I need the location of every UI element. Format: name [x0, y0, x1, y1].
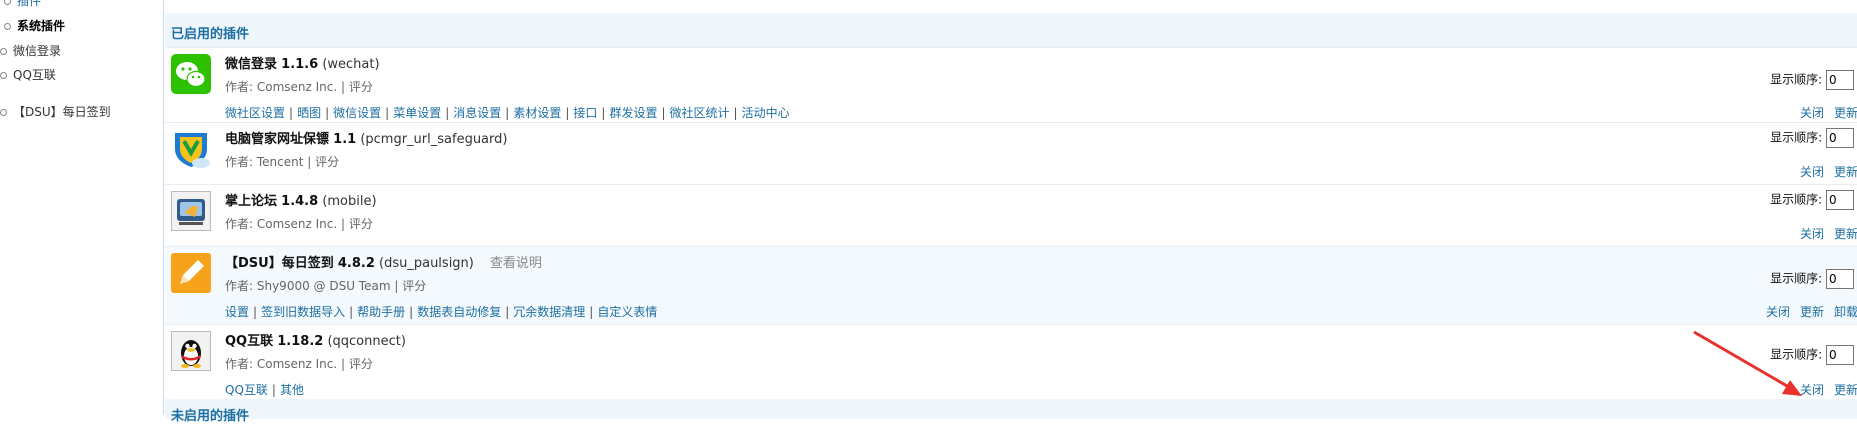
sidebar-item-label: QQ互联 [13, 68, 56, 82]
shield-icon [171, 129, 211, 169]
bullet-icon [0, 72, 7, 79]
update-button[interactable]: 更新 [1834, 165, 1857, 179]
plugin-actions: 关闭 更新 [1788, 225, 1857, 242]
plugin-settings-links: 设置 | 签到旧数据导入 | 帮助手册 | 数据表自动修复 | 冗余数据清理 | 自定义表情 [225, 305, 658, 319]
plugin-actions: 关闭 更新 [1788, 104, 1857, 121]
sidebar-item-plugins[interactable]: 插件 [4, 0, 41, 10]
bullet-icon [0, 109, 7, 116]
annotation-arrow [1693, 330, 1802, 396]
display-order-input[interactable] [1826, 128, 1854, 148]
bullet-icon [0, 48, 7, 55]
update-button[interactable]: 更新 [1800, 305, 1824, 319]
link-help-manual[interactable]: 帮助手册 [357, 305, 405, 319]
plugin-name: 微信登录 1.1.6 (wechat) [225, 57, 380, 72]
display-order: 显示顺序: [1770, 128, 1854, 148]
display-order: 显示顺序: [1770, 70, 1854, 90]
display-order-input[interactable] [1826, 269, 1854, 289]
link-show-pic[interactable]: 晒图 [297, 106, 321, 120]
link-clean-redundant[interactable]: 冗余数据清理 [513, 305, 585, 319]
close-button[interactable]: 关闭 [1800, 165, 1824, 179]
sidebar-item-label: 【DSU】每日签到 [13, 105, 111, 119]
bullet-icon [4, 0, 11, 5]
plugin-name: 电脑管家网址保镖 1.1 (pcmgr_url_safeguard) [225, 132, 508, 147]
mobile-forum-icon [171, 191, 211, 231]
display-order-input[interactable] [1826, 190, 1854, 210]
close-button[interactable]: 关闭 [1800, 227, 1824, 241]
section-title: 已启用的插件 [171, 27, 250, 42]
link-repair-tables[interactable]: 数据表自动修复 [417, 305, 501, 319]
close-button[interactable]: 关闭 [1800, 106, 1824, 120]
plugin-row-qqconnect: QQ互联 1.18.2 (qqconnect) 作者: Comsenz Inc.… [165, 324, 1857, 400]
link-menu-settings[interactable]: 菜单设置 [393, 106, 441, 120]
display-order: 显示顺序: [1770, 190, 1854, 210]
link-import-old-data[interactable]: 签到旧数据导入 [261, 305, 345, 319]
sidebar-item-wechat-login[interactable]: 微信登录 [0, 42, 61, 60]
update-button[interactable]: 更新 [1834, 227, 1857, 241]
plugin-actions: 关闭 更新 [1788, 163, 1857, 180]
plugin-author: 作者: Shy9000 @ DSU Team | 评分 [225, 279, 427, 293]
bullet-icon [4, 23, 11, 30]
close-button[interactable]: 关闭 [1766, 305, 1790, 319]
plugin-row-wechat: 微信登录 1.1.6 (wechat) 作者: Comsenz Inc. | 评… [165, 47, 1857, 123]
plugin-name: 掌上论坛 1.4.8 (mobile) [225, 194, 377, 209]
link-qqconnect[interactable]: QQ互联 [225, 383, 268, 397]
link-custom-emoji[interactable]: 自定义表情 [597, 305, 657, 319]
update-button[interactable]: 更新 [1834, 106, 1857, 120]
plugin-actions: 关闭 更新 卸载 [1754, 303, 1857, 320]
wechat-icon [171, 54, 211, 94]
display-order-input[interactable] [1826, 345, 1854, 365]
plugin-list-panel: 已启用的插件 微信登录 1.1.6 (wechat) 作者: Comsenz I… [163, 0, 1857, 424]
section-header-disabled: 未启用的插件 [165, 399, 1857, 424]
plugin-name: 【DSU】每日签到 4.8.2 (dsu_paulsign) 查看说明 [225, 256, 542, 271]
plugin-row-mobile: 掌上论坛 1.4.8 (mobile) 作者: Comsenz Inc. | 评… [165, 184, 1857, 247]
plugin-author: 作者: Comsenz Inc. | 评分 [225, 80, 373, 94]
plugin-author: 作者: Tencent | 评分 [225, 155, 340, 169]
display-order-input[interactable] [1826, 70, 1854, 90]
link-material-settings[interactable]: 素材设置 [513, 106, 561, 120]
section-header-enabled: 已启用的插件 [165, 13, 1857, 47]
sidebar-item-dsu-paulsign[interactable]: 【DSU】每日签到 [0, 103, 111, 121]
sidebar: 插件 系统插件 微信登录 QQ互联 【DSU】每日签到 [0, 0, 137, 415]
plugin-name: QQ互联 1.18.2 (qqconnect) [225, 334, 406, 349]
sidebar-item-label: 插件 [17, 0, 42, 8]
link-activity-center[interactable]: 活动中心 [742, 106, 790, 120]
link-settings[interactable]: 设置 [225, 305, 249, 319]
qq-penguin-icon [171, 331, 211, 371]
plugin-row-dsu-paulsign: 【DSU】每日签到 4.8.2 (dsu_paulsign) 查看说明 作者: S… [165, 246, 1857, 325]
link-wsq-settings[interactable]: 微社区设置 [225, 106, 285, 120]
display-order: 显示顺序: [1770, 269, 1854, 289]
view-description-link[interactable]: 查看说明 [490, 256, 542, 271]
plugin-author: 作者: Comsenz Inc. | 评分 [225, 217, 373, 231]
uninstall-button[interactable]: 卸载 [1834, 305, 1857, 319]
link-mass-send[interactable]: 群发设置 [609, 106, 657, 120]
sidebar-item-label: 系统插件 [17, 19, 66, 33]
plugin-author: 作者: Comsenz Inc. | 评分 [225, 357, 373, 371]
plugin-row-pcmgr: 电脑管家网址保镖 1.1 (pcmgr_url_safeguard) 作者: T… [165, 122, 1857, 185]
link-message-settings[interactable]: 消息设置 [453, 106, 501, 120]
sidebar-category-system-plugins[interactable]: 系统插件 [4, 17, 65, 35]
link-wsq-stats[interactable]: 微社区统计 [670, 106, 730, 120]
plugin-settings-links: 微社区设置 | 晒图 | 微信设置 | 菜单设置 | 消息设置 | 素材设置 | 接口 | 群发设置 | 微社区… [225, 106, 790, 120]
pencil-icon [171, 253, 211, 293]
link-wechat-settings[interactable]: 微信设置 [333, 106, 381, 120]
update-button[interactable]: 更新 [1834, 383, 1857, 397]
sidebar-item-label: 微信登录 [13, 44, 62, 58]
link-other[interactable]: 其他 [280, 383, 304, 397]
link-api[interactable]: 接口 [573, 106, 597, 120]
sidebar-item-qqconnect[interactable]: QQ互联 [0, 66, 56, 84]
plugin-settings-links: QQ互联 | 其他 [225, 383, 304, 397]
